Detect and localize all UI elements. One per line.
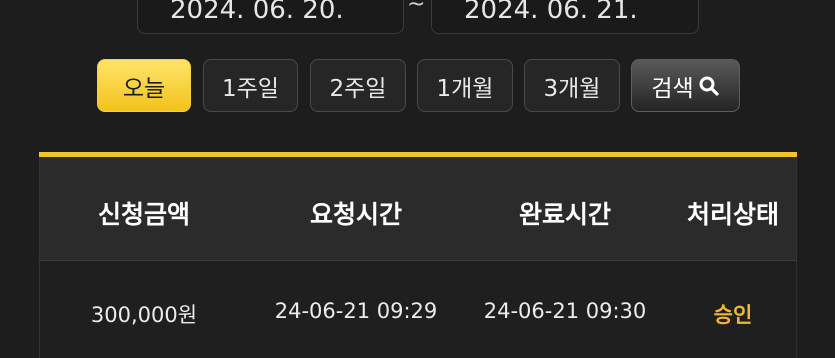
end-date-field[interactable]: 2024. 06. 21. xyxy=(431,0,699,34)
header-requested-time: 요청시간 xyxy=(309,200,403,229)
end-date-value: 2024. 06. 21. xyxy=(464,0,638,25)
period-3month-label: 3개월 xyxy=(543,75,601,102)
search-button[interactable]: 검색 xyxy=(631,59,740,112)
period-2week-button[interactable]: 2주일 xyxy=(310,59,406,112)
period-today-button[interactable]: 오늘 xyxy=(97,59,191,112)
search-button-label: 검색 xyxy=(651,75,694,102)
status-badge: 승인 xyxy=(713,303,753,327)
period-3month-button[interactable]: 3개월 xyxy=(524,59,620,112)
period-2week-label: 2주일 xyxy=(329,75,387,102)
header-status: 처리상태 xyxy=(686,200,780,229)
history-screen: 2024. 06. 20. ~ 2024. 06. 21. 오늘 1주일 2주일… xyxy=(0,0,835,358)
period-1month-label: 1개월 xyxy=(436,75,494,102)
table-row: 300,000원 24-06-21 09:29 24-06-21 09:30 승… xyxy=(39,261,797,358)
cell-amount: 300,000원 xyxy=(90,303,198,327)
table-header: 신청금액 요청시간 완료시간 처리상태 xyxy=(39,157,797,261)
period-1week-label: 1주일 xyxy=(222,75,279,102)
start-date-value: 2024. 06. 20. xyxy=(170,0,344,25)
header-completed-time: 완료시간 xyxy=(518,200,612,229)
start-date-field[interactable]: 2024. 06. 20. xyxy=(137,0,404,34)
cell-completed-time: 24-06-21 09:30 xyxy=(483,299,647,323)
period-1month-button[interactable]: 1개월 xyxy=(417,59,513,112)
period-1week-button[interactable]: 1주일 xyxy=(203,59,298,112)
history-table: 신청금액 요청시간 완료시간 처리상태 300,000원 24-06-21 09… xyxy=(39,152,797,358)
cell-requested-time: 24-06-21 09:29 xyxy=(274,299,438,323)
date-range-separator: ~ xyxy=(407,0,426,17)
period-today-label: 오늘 xyxy=(122,75,166,102)
search-icon xyxy=(698,75,720,97)
header-amount: 신청금액 xyxy=(97,200,191,229)
